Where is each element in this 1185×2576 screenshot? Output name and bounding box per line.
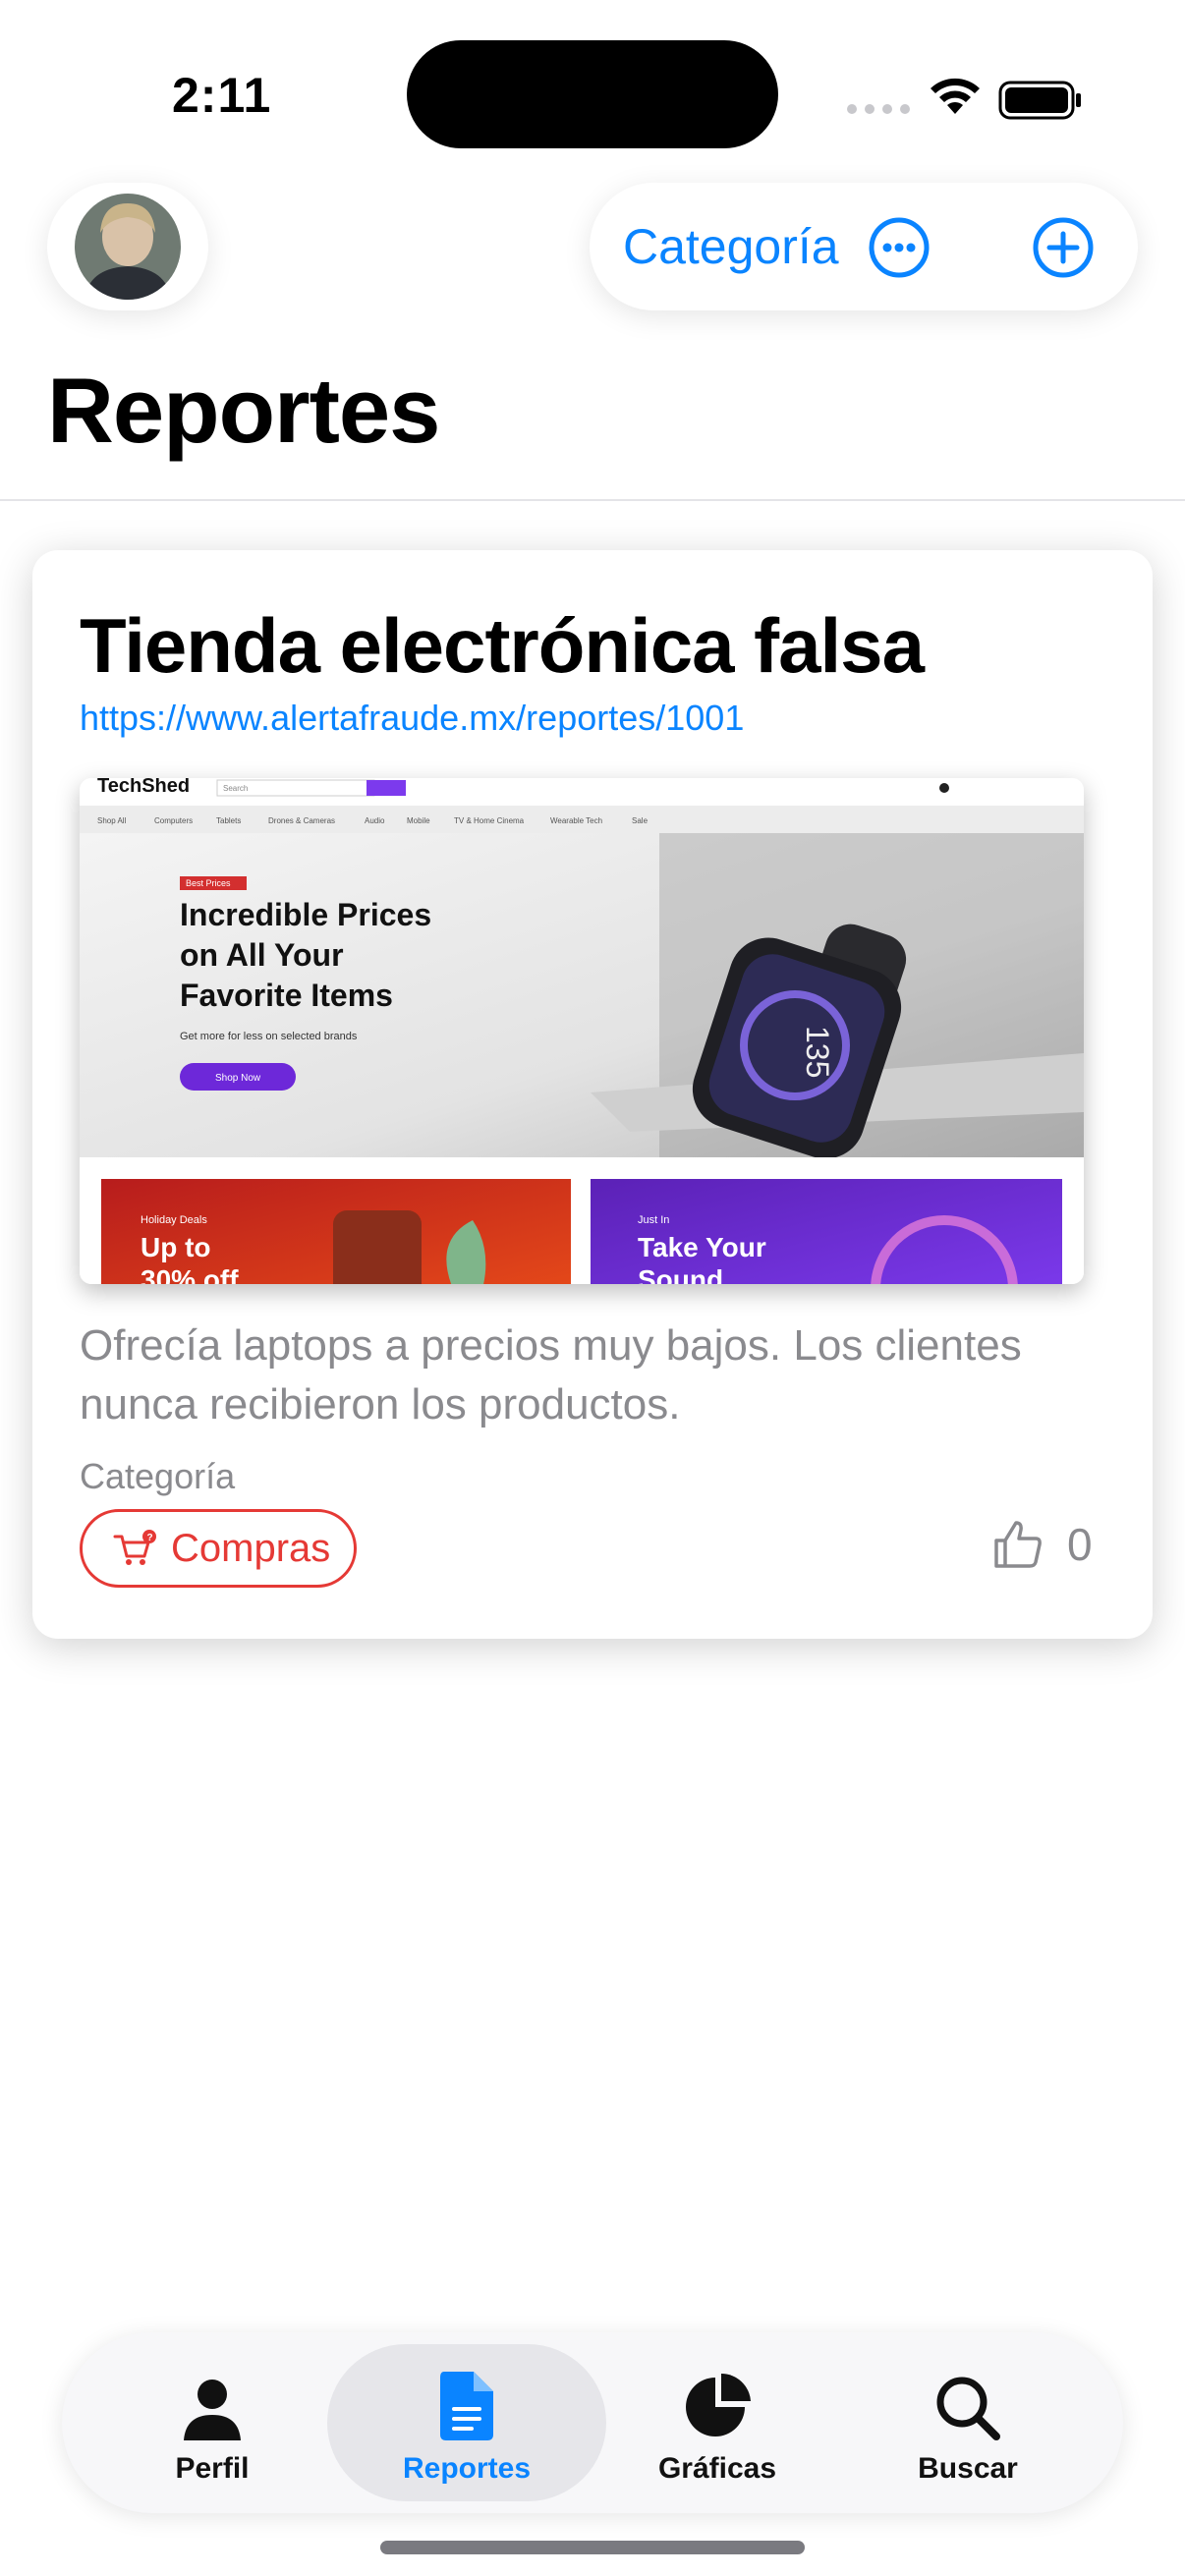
document-icon xyxy=(440,2372,493,2440)
svg-text:?: ? xyxy=(147,1533,153,1543)
hero-line-3: Favorite Items xyxy=(180,978,393,1013)
promo-2-small: Just In xyxy=(638,1214,669,1226)
tab-reportes[interactable]: Reportes xyxy=(344,2332,590,2513)
promo-2-big-2: Sound xyxy=(638,1264,723,1284)
tab-buscar-label: Buscar xyxy=(918,2452,1018,2485)
tab-bar: Perfil Reportes Gráficas Buscar xyxy=(62,2332,1123,2513)
wifi-icon xyxy=(931,78,980,114)
likes-count: 0 xyxy=(1067,1519,1093,1570)
home-indicator xyxy=(380,2541,805,2554)
dynamic-island xyxy=(407,40,778,148)
divider xyxy=(0,499,1185,501)
hero-cta: Shop Now xyxy=(215,1073,261,1084)
promo-1-small: Holiday Deals xyxy=(141,1214,207,1226)
tab-perfil-label: Perfil xyxy=(175,2452,250,2485)
site-nav-item: Sale xyxy=(632,816,649,825)
hero-line-1: Incredible Prices xyxy=(180,897,431,932)
page-title: Reportes xyxy=(47,359,440,462)
toolbar-actions: Categoría xyxy=(590,183,1138,310)
like-button[interactable]: 0 xyxy=(990,1517,1093,1572)
report-screenshot[interactable]: TechShed Search Shop All Computers Tablets… xyxy=(80,778,1084,1284)
category-badge[interactable]: ? Compras xyxy=(80,1509,357,1588)
promo-1-big: Up to xyxy=(141,1232,211,1262)
promo-2-big: Take Your xyxy=(638,1232,766,1262)
more-options-icon[interactable] xyxy=(868,216,931,279)
tab-graficas-label: Gráficas xyxy=(657,2452,777,2485)
site-nav-item: Tablets xyxy=(216,816,241,825)
report-url-link[interactable]: https://www.alertafraude.mx/reportes/100… xyxy=(80,698,744,739)
report-description: Ofrecía laptops a precios muy bajos. Los… xyxy=(80,1321,1022,1428)
report-card[interactable]: Tienda electrónica falsa https://www.ale… xyxy=(32,550,1153,1639)
battery-icon xyxy=(998,81,1081,120)
site-nav-item: Wearable Tech xyxy=(550,816,602,825)
site-nav-item: Drones & Cameras xyxy=(268,816,335,825)
avatar xyxy=(75,194,181,300)
hero-subtitle: Get more for less on selected brands xyxy=(180,1031,358,1042)
category-label: Categoría xyxy=(80,1456,236,1496)
site-name: TechShed xyxy=(97,778,190,797)
site-nav-item: Shop All xyxy=(97,816,127,825)
site-nav-item: Computers xyxy=(154,816,193,825)
tab-buscar[interactable]: Buscar xyxy=(845,2332,1091,2513)
search-icon xyxy=(936,2377,1000,2440)
site-nav-item: TV & Home Cinema xyxy=(454,816,525,825)
add-report-icon[interactable] xyxy=(1032,216,1095,279)
shopping-cart-icon: ? xyxy=(113,1530,156,1565)
category-badge-label: Compras xyxy=(171,1526,331,1570)
signal-dots-icon xyxy=(847,104,910,114)
person-icon xyxy=(184,2380,241,2440)
profile-avatar-button[interactable] xyxy=(47,183,208,310)
watch-number: 135 xyxy=(800,1026,835,1078)
hero-line-2: on All Your xyxy=(180,937,344,973)
tab-perfil[interactable]: Perfil xyxy=(89,2332,335,2513)
site-nav-item: Mobile xyxy=(407,816,430,825)
category-filter-button[interactable]: Categoría xyxy=(623,218,839,275)
site-search-placeholder: Search xyxy=(223,784,248,793)
pie-chart-icon xyxy=(686,2374,751,2436)
site-nav-item: Audio xyxy=(365,816,385,825)
promo-1-big-2: 30% off xyxy=(141,1264,239,1284)
report-title: Tienda electrónica falsa xyxy=(80,602,925,689)
status-time: 2:11 xyxy=(172,68,272,123)
status-icons xyxy=(847,67,1083,126)
tab-reportes-label: Reportes xyxy=(402,2452,532,2485)
hero-badge: Best Prices xyxy=(186,878,231,888)
thumbs-up-icon xyxy=(994,1521,1042,1568)
tab-graficas[interactable]: Gráficas xyxy=(594,2332,840,2513)
